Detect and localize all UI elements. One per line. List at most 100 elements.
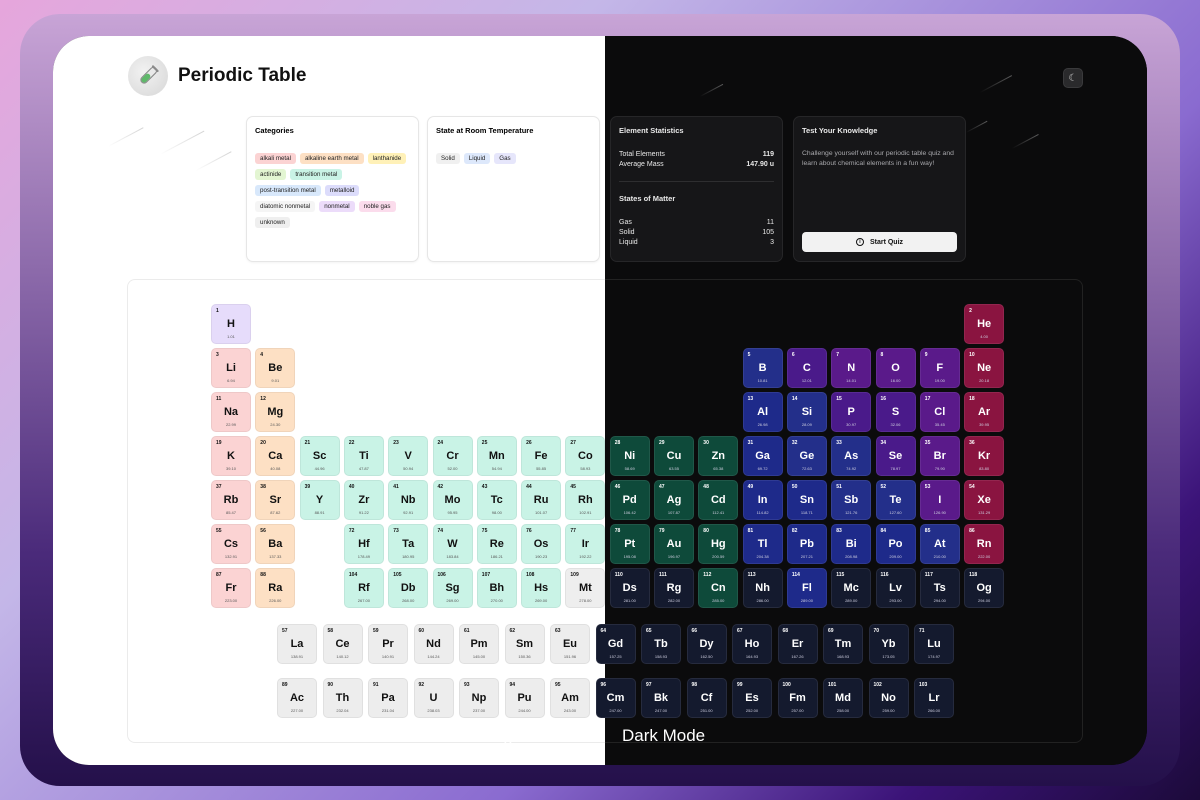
element-tile-i[interactable]: 53 I 126.90 <box>919 480 960 520</box>
element-tile-eu[interactable]: 63 Eu 151.96 <box>550 624 590 664</box>
categories-chip[interactable]: metalloid <box>324 185 360 196</box>
element-tile-be[interactable]: 4 Be 9.01 <box>255 348 296 388</box>
state-chip[interactable]: Gas <box>494 153 516 164</box>
element-tile-y[interactable]: 39 Y 88.91 <box>299 480 340 520</box>
element-tile-er[interactable]: 68 Er 167.26 <box>777 624 818 664</box>
element-tile-sm[interactable]: 62 Sm 150.36 <box>504 624 545 664</box>
element-tile-ds[interactable]: 110 Ds 281.00 <box>609 568 650 608</box>
element-tile-og[interactable]: 118 Og 294.00 <box>964 568 1005 608</box>
element-tile-na[interactable]: 11 Na 22.99 <box>211 392 251 432</box>
element-tile-mt[interactable]: 109 Mt 278.00 <box>565 568 606 608</box>
categories-chip[interactable]: nonmetal <box>319 201 355 212</box>
element-tile-yb[interactable]: 70 Yb 173.05 <box>868 624 909 664</box>
element-tile-hg[interactable]: 80 Hg 200.59 <box>698 524 739 564</box>
element-tile-sn[interactable]: 50 Sn 118.71 <box>786 480 827 520</box>
element-tile-cf[interactable]: 98 Cf 251.00 <box>686 678 727 718</box>
element-tile-xe[interactable]: 54 Xe 131.29 <box>964 480 1005 520</box>
element-tile-h[interactable]: 1 H 1.01 <box>211 304 251 344</box>
element-tile-pm[interactable]: 61 Pm 145.00 <box>459 624 499 664</box>
element-tile-np[interactable]: 93 Np 237.00 <box>459 678 499 718</box>
categories-chip[interactable]: diatomic nonmetal <box>255 201 316 212</box>
element-tile-nh[interactable]: 113 Nh 286.00 <box>742 568 783 608</box>
element-tile-he[interactable]: 2 He 4.00 <box>964 304 1005 344</box>
element-tile-kr[interactable]: 36 Kr 83.80 <box>964 436 1005 476</box>
element-tile-nb[interactable]: 41 Nb 92.91 <box>388 480 429 520</box>
element-tile-cr[interactable]: 24 Cr 52.00 <box>432 436 473 476</box>
start-quiz-button[interactable]: i Start Quiz <box>802 232 957 252</box>
element-tile-ru[interactable]: 44 Ru 101.07 <box>521 480 562 520</box>
element-tile-fe[interactable]: 26 Fe 55.85 <box>521 436 562 476</box>
element-tile-ca[interactable]: 20 Ca 40.08 <box>255 436 296 476</box>
element-tile-b[interactable]: 5 B 10.81 <box>742 348 783 388</box>
element-tile-in[interactable]: 49 In 114.82 <box>742 480 783 520</box>
element-tile-sb[interactable]: 51 Sb 121.76 <box>831 480 872 520</box>
element-tile-al[interactable]: 13 Al 26.98 <box>742 392 783 432</box>
element-tile-sr[interactable]: 38 Sr 87.62 <box>255 480 296 520</box>
element-tile-tl[interactable]: 81 Tl 204.38 <box>742 524 783 564</box>
element-tile-v[interactable]: 23 V 50.94 <box>388 436 429 476</box>
element-tile-as[interactable]: 33 As 74.92 <box>831 436 872 476</box>
element-tile-p[interactable]: 15 P 30.97 <box>831 392 872 432</box>
element-tile-ts[interactable]: 117 Ts 294.00 <box>919 568 960 608</box>
element-tile-pb[interactable]: 82 Pb 207.21 <box>786 524 827 564</box>
element-tile-pu[interactable]: 94 Pu 244.00 <box>504 678 545 718</box>
categories-chip[interactable]: actinide <box>255 169 287 180</box>
element-tile-bk[interactable]: 97 Bk 247.00 <box>641 678 681 718</box>
element-tile-fr[interactable]: 87 Fr 223.00 <box>211 568 251 608</box>
element-tile-tc[interactable]: 43 Tc 98.00 <box>476 480 517 520</box>
element-tile-pt[interactable]: 78 Pt 195.08 <box>609 524 650 564</box>
element-tile-cm[interactable]: 96 Cm 247.00 <box>595 678 636 718</box>
element-tile-mc[interactable]: 115 Mc 289.00 <box>831 568 872 608</box>
element-tile-ge[interactable]: 32 Ge 72.63 <box>786 436 827 476</box>
element-tile-li[interactable]: 3 Li 6.94 <box>211 348 251 388</box>
element-tile-cn[interactable]: 112 Cn 285.00 <box>698 568 739 608</box>
element-tile-ra[interactable]: 88 Ra 226.00 <box>255 568 296 608</box>
element-tile-pd[interactable]: 46 Pd 106.42 <box>609 480 650 520</box>
element-tile-hf[interactable]: 72 Hf 178.49 <box>343 524 384 564</box>
element-tile-mn[interactable]: 25 Mn 54.94 <box>476 436 517 476</box>
element-tile-s[interactable]: 16 S 32.06 <box>875 392 916 432</box>
element-tile-os[interactable]: 76 Os 190.23 <box>521 524 562 564</box>
element-tile-ga[interactable]: 31 Ga 69.72 <box>742 436 783 476</box>
element-tile-pr[interactable]: 59 Pr 140.91 <box>368 624 408 664</box>
element-tile-dy[interactable]: 66 Dy 162.50 <box>686 624 727 664</box>
element-tile-sc[interactable]: 21 Sc 44.96 <box>299 436 340 476</box>
element-tile-pa[interactable]: 91 Pa 231.04 <box>368 678 408 718</box>
state-chip[interactable]: Solid <box>436 153 460 164</box>
element-tile-ne[interactable]: 10 Ne 20.18 <box>964 348 1005 388</box>
element-tile-fl[interactable]: 114 Fl 289.00 <box>786 568 827 608</box>
element-tile-md[interactable]: 101 Md 258.00 <box>823 678 863 718</box>
element-tile-rb[interactable]: 37 Rb 85.47 <box>211 480 251 520</box>
element-tile-ti[interactable]: 22 Ti 47.87 <box>343 436 384 476</box>
categories-chip[interactable]: transition metal <box>290 169 343 180</box>
categories-chip[interactable]: post-transition metal <box>255 185 321 196</box>
element-tile-ar[interactable]: 18 Ar 39.95 <box>964 392 1005 432</box>
element-tile-la[interactable]: 57 La 138.91 <box>277 624 317 664</box>
categories-chip[interactable]: alkaline earth metal <box>299 153 364 164</box>
element-tile-rn[interactable]: 86 Rn 222.00 <box>964 524 1005 564</box>
element-tile-gd[interactable]: 64 Gd 157.25 <box>595 624 636 664</box>
element-tile-c[interactable]: 6 C 12.01 <box>786 348 827 388</box>
element-tile-ag[interactable]: 47 Ag 107.87 <box>654 480 694 520</box>
element-tile-au[interactable]: 79 Au 196.97 <box>654 524 694 564</box>
element-tile-ba[interactable]: 56 Ba 137.33 <box>255 524 296 564</box>
element-tile-n[interactable]: 7 N 14.01 <box>831 348 872 388</box>
element-tile-ir[interactable]: 77 Ir 192.22 <box>565 524 606 564</box>
element-tile-th[interactable]: 90 Th 232.04 <box>322 678 363 718</box>
theme-toggle-button[interactable]: ☾ <box>1063 68 1083 88</box>
categories-chip[interactable]: lanthanide <box>367 153 407 164</box>
element-tile-nd[interactable]: 60 Nd 144.24 <box>413 624 454 664</box>
element-tile-zr[interactable]: 40 Zr 91.22 <box>343 480 384 520</box>
element-tile-w[interactable]: 74 W 183.84 <box>432 524 473 564</box>
element-tile-tm[interactable]: 69 Tm 168.93 <box>823 624 863 664</box>
element-tile-mo[interactable]: 42 Mo 95.95 <box>432 480 473 520</box>
element-tile-u[interactable]: 92 U 238.03 <box>413 678 454 718</box>
element-tile-cs[interactable]: 55 Cs 132.91 <box>211 524 251 564</box>
element-tile-sg[interactable]: 106 Sg 269.00 <box>432 568 473 608</box>
element-tile-lu[interactable]: 71 Lu 174.97 <box>914 624 954 664</box>
categories-chip[interactable]: unknown <box>255 217 290 228</box>
element-tile-rh[interactable]: 45 Rh 102.91 <box>565 480 606 520</box>
element-tile-cu[interactable]: 29 Cu 63.55 <box>654 436 694 476</box>
element-tile-re[interactable]: 75 Re 186.21 <box>476 524 517 564</box>
element-tile-tb[interactable]: 65 Tb 158.93 <box>641 624 681 664</box>
